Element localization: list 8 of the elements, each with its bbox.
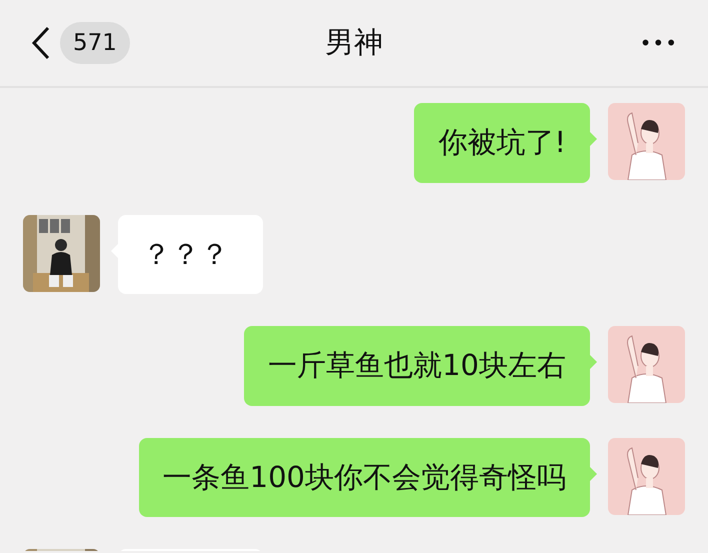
back-icon[interactable] — [30, 25, 52, 61]
message-text: ？？？ — [142, 236, 229, 272]
unread-count: 571 — [60, 22, 130, 64]
message-text: 一条鱼100块你不会觉得奇怪吗 — [162, 458, 566, 496]
message-text: 一斤草鱼也就10块左右 — [268, 347, 566, 384]
chat-title: 男神 — [325, 24, 383, 62]
message-text: 你被坑了! — [438, 124, 566, 161]
more-button[interactable]: ••• — [640, 28, 678, 58]
